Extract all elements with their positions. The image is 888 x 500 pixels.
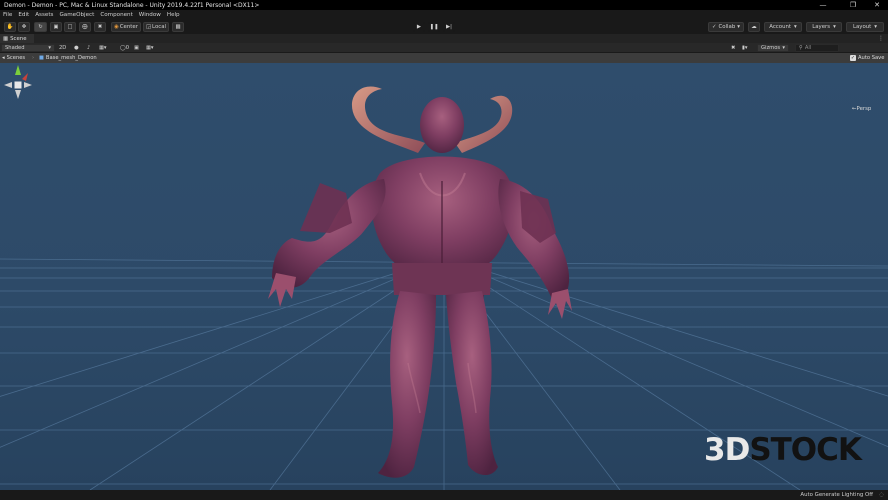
watermark-part2: STOCK [749,432,862,468]
pivot-center-button[interactable]: ◉ Center [111,22,141,32]
play-icon[interactable]: ▶ [413,22,425,32]
rect-tool-icon[interactable]: □ [64,22,76,32]
gizmo-neg-y-axis[interactable] [15,90,21,99]
shading-mode-label: Shaded [5,45,25,51]
projection-label[interactable]: ←Persp [852,106,871,112]
spinner-icon: ◌ [879,492,884,498]
space-label: Local [152,24,167,30]
gizmo-neg-x-axis[interactable] [4,82,12,88]
auto-save-toggle[interactable]: ✓ Auto Save [850,54,884,62]
watermark-part1: 3D [704,432,750,468]
gizmo-x-axis[interactable] [24,82,32,88]
menu-window[interactable]: Window [139,12,161,18]
chevron-down-icon: ▾ [737,24,741,30]
camera-dropdown-icon[interactable]: ▮▾ [742,44,747,52]
window-title: Demon - Demon - PC, Mac & Linux Standalo… [4,1,260,9]
move-tool-icon[interactable]: ✥ [18,22,30,32]
account-label: Account [769,24,792,30]
breadcrumb-prefab-label: Base_mesh_Demon [45,55,97,61]
chevron-down-icon: ▾ [794,24,797,30]
chevron-down-icon: ▾ [782,45,785,51]
transform-tool-icon[interactable]: ⨁ [79,22,91,32]
breadcrumb-scenes-label: Scenes [6,55,26,61]
scene-render [0,86,888,490]
scene-tab-icon: ▦ [3,35,9,42]
back-arrow-icon: ◂ [2,55,5,61]
camera-settings-icon[interactable]: ▣ [134,44,139,52]
layout-dropdown[interactable]: Layout ▾ [846,22,884,32]
tab-menu-icon[interactable]: ⋮ [878,35,884,42]
menu-help[interactable]: Help [167,12,180,18]
cloud-icon[interactable]: ☁ [748,22,760,32]
layers-dropdown[interactable]: Layers ▾ [806,22,842,32]
tab-row: ▦ Scene ⋮ [0,34,888,43]
rotate-tool-icon[interactable]: ↻ [34,22,47,32]
breadcrumb-scenes[interactable]: ◂ Scenes [2,54,25,62]
collab-icon: ✓ [711,24,717,30]
gizmo-z-axis[interactable] [22,73,28,81]
custom-tool-icon[interactable]: ✖ [94,22,106,32]
main-toolbar: ✋ ✥ ↻ ▣ □ ⨁ ✖ ◉ Center ◲ Local ▦ ▶ ❚❚ ▶|… [0,20,888,34]
menu-component[interactable]: Component [100,12,132,18]
auto-save-label: Auto Save [858,55,885,61]
collab-label: Collab [718,24,736,30]
pivot-label: Center [119,24,138,30]
grid-snap-icon[interactable]: ▦ [172,22,184,32]
collab-dropdown[interactable]: ✓ Collab ▾ [708,22,744,32]
tab-scene[interactable]: ▦ Scene [0,34,34,43]
effects-dropdown-icon[interactable]: ▦▾ [99,44,107,52]
account-dropdown[interactable]: Account ▾ [764,22,802,32]
menu-file[interactable]: File [3,12,12,18]
scene-toolbar: Shaded ▾ 2D ● ♪ ▦▾ ◯0 ▣ ▦▾ ✖ ▮▾ Gizmos ▾… [0,43,888,53]
breadcrumb: ◂ Scenes › ■ Base_mesh_Demon ✓ Auto Save [0,53,888,63]
scale-tool-icon[interactable]: ▣ [50,22,62,32]
prefab-icon: ■ [39,55,44,61]
window-titlebar: Demon - Demon - PC, Mac & Linux Standalo… [0,0,888,10]
menu-edit[interactable]: Edit [18,12,29,18]
step-icon[interactable]: ▶| [443,22,455,32]
orientation-gizmo[interactable] [0,63,36,103]
restore-icon[interactable]: ❐ [840,0,866,10]
tab-scene-label: Scene [10,35,27,42]
chevron-down-icon: ▾ [874,24,878,30]
lighting-status[interactable]: Auto Generate Lighting Off [800,492,873,498]
space-local-button[interactable]: ◲ Local [143,22,169,32]
gizmos-label: Gizmos [761,45,781,51]
audio-toggle-icon[interactable]: ♪ [87,44,90,52]
pause-icon[interactable]: ❚❚ [428,22,440,32]
shading-mode-dropdown[interactable]: Shaded ▾ [1,44,55,52]
pivot-icon: ◉ [114,24,119,30]
menu-gameobject[interactable]: GameObject [59,12,94,18]
auto-save-checkbox[interactable]: ✓ [850,55,856,61]
menu-bar: File Edit Assets GameObject Component Wi… [0,10,888,20]
gizmo-y-axis[interactable] [15,65,21,75]
chevron-down-icon: ▾ [833,24,836,30]
hand-tool-icon[interactable]: ✋ [4,22,16,32]
breadcrumb-separator: › [32,55,35,61]
scene-viewport[interactable]: ←Persp 3DSTOCK [0,63,888,490]
scene-search-input[interactable]: ⚲ All [795,44,839,52]
search-placeholder: All [804,45,812,51]
menu-assets[interactable]: Assets [35,12,53,18]
lighting-toggle-icon[interactable]: ● [74,44,79,52]
close-icon[interactable]: ✕ [864,0,888,10]
minimize-icon[interactable]: — [810,0,836,10]
local-space-icon: ◲ [145,24,152,30]
watermark-logo: 3DSTOCK [704,432,862,468]
chevron-down-icon: ▾ [48,45,51,51]
tools-icon[interactable]: ✖ [731,44,735,52]
gizmo-center-cube[interactable] [14,81,22,89]
scene-visibility-icon[interactable]: ▦▾ [146,44,154,52]
status-bar: Auto Generate Lighting Off ◌ [0,490,888,500]
hidden-objects-icon[interactable]: ◯0 [120,44,129,52]
mode-2d-toggle[interactable]: 2D [59,44,66,52]
gizmos-dropdown[interactable]: Gizmos ▾ [757,44,789,52]
layers-label: Layers [812,24,831,30]
demon-model[interactable] [268,86,572,478]
layout-label: Layout [852,24,872,30]
mode-2d-label: 2D [59,45,67,51]
breadcrumb-prefab[interactable]: ■ Base_mesh_Demon [39,54,97,62]
search-icon: ⚲ [799,45,803,51]
